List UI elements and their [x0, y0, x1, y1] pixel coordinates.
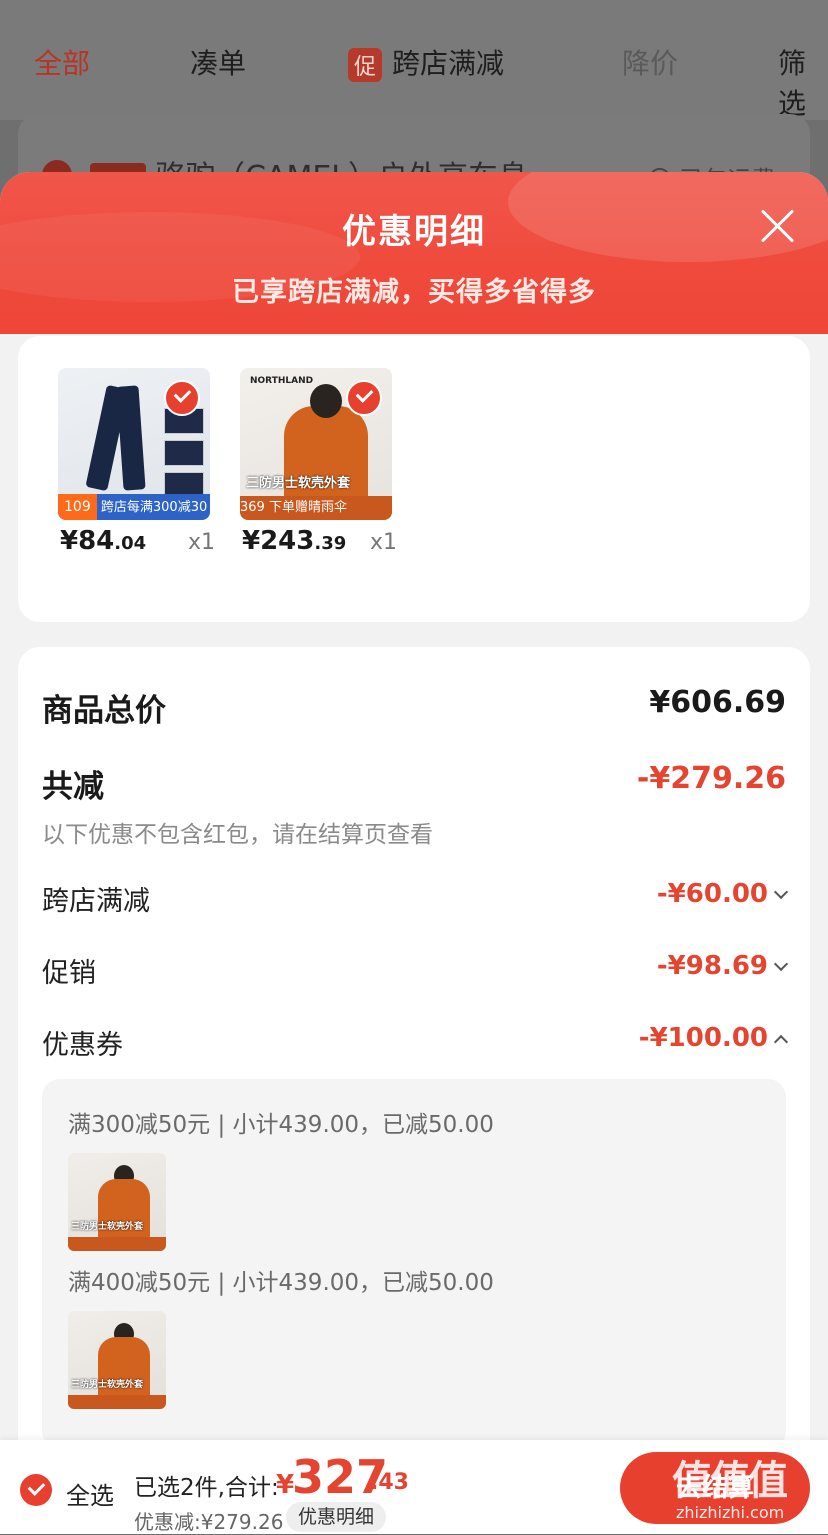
item-label: 促销 — [42, 958, 96, 989]
chevron-down-icon[interactable] — [773, 956, 789, 972]
item-value: -¥60.00 — [656, 879, 768, 909]
product-quantity: x1 — [370, 530, 398, 555]
product-list-card: 109 跨店每满300减30 ¥84.04 x1 NORTHLAND 三防男士软… — [18, 336, 810, 622]
product-price: ¥84.04 — [60, 526, 147, 556]
discount-detail-button[interactable]: 优惠明细 — [286, 1502, 387, 1532]
discount-detail-sheet: 优惠明细 已享跨店满减，买得多省得多 109 跨店每满300减30 ¥84.04… — [0, 172, 828, 1534]
close-icon[interactable] — [760, 208, 796, 244]
background-tab-bar: 全部 凑单 促跨店满减 降价 筛选 — [0, 0, 828, 120]
coupon-product-thumbnail[interactable]: 三防男士软壳外套 — [68, 1153, 166, 1251]
selected-check-icon[interactable] — [346, 380, 382, 416]
select-all-label[interactable]: 全选 — [66, 1476, 114, 1511]
sheet-subtitle: 已享跨店满减，买得多省得多 — [232, 277, 596, 308]
product-quantity: x1 — [188, 530, 216, 555]
product-promo-strip: 109 跨店每满300减30 — [58, 494, 210, 520]
product-image-pants[interactable]: 109 跨店每满300减30 — [58, 368, 210, 520]
chevron-down-icon[interactable] — [773, 884, 789, 900]
promo-badge: 促 — [348, 48, 383, 82]
chevron-up-icon[interactable] — [773, 1034, 789, 1050]
discount-label: 共减 — [42, 769, 104, 805]
sheet-title: 优惠明细 — [342, 212, 486, 252]
tab-all: 全部 — [34, 47, 91, 80]
tab-cross-store: 促跨店满减 — [348, 42, 504, 82]
total-price-value: ¥606.69 — [649, 685, 786, 720]
coupon-product-thumbnail[interactable]: 三防男士软壳外套 — [68, 1311, 166, 1409]
item-value: -¥100.00 — [638, 1023, 768, 1053]
select-all-check-icon[interactable] — [20, 1474, 52, 1506]
tab-add-on: 凑单 — [190, 47, 247, 80]
item-label: 跨店满减 — [42, 886, 150, 917]
selected-count-text: 已选2件,合计: — [134, 1475, 279, 1501]
coupon-line: 满300减50元 | 小计439.00，已减50.00 — [68, 1112, 494, 1138]
product-promo-strip: 369 下单赠晴雨伞 — [240, 496, 392, 520]
total-amount-decimal: .43 — [370, 1470, 409, 1495]
item-value: -¥98.69 — [656, 951, 768, 981]
sheet-header: 优惠明细 已享跨店满减，买得多省得多 — [0, 172, 828, 334]
saved-amount: 优惠减:¥279.26 — [134, 1510, 284, 1534]
brand-logo: NORTHLAND — [250, 376, 314, 386]
watermark-url: zhizhizhi.com — [676, 1503, 785, 1522]
discount-value: -¥279.26 — [636, 761, 786, 796]
watermark-logo: 值值值 — [672, 1458, 788, 1504]
product-image-label: 三防男士软壳外套 — [246, 476, 351, 491]
item-label: 优惠券 — [42, 1030, 123, 1061]
tab-price-drop: 降价 — [622, 47, 679, 80]
product-price: ¥243.39 — [242, 526, 347, 556]
discount-note: 以下优惠不包含红包，请在结算页查看 — [42, 822, 433, 848]
product-image-jacket[interactable]: NORTHLAND 三防男士软壳外套 369 下单赠晴雨伞 — [240, 368, 392, 520]
coupon-line: 满400减50元 | 小计439.00，已减50.00 — [68, 1270, 494, 1296]
selected-check-icon[interactable] — [164, 380, 200, 416]
tab-filter: 筛选 — [778, 47, 807, 120]
coupon-detail-panel: 满300减50元 | 小计439.00，已减50.00 三防男士软壳外套 满40… — [42, 1079, 786, 1449]
price-summary-card: 商品总价 ¥606.69 共减 -¥279.26 以下优惠不包含红包，请在结算页… — [18, 647, 810, 1534]
total-price-label: 商品总价 — [42, 693, 166, 729]
